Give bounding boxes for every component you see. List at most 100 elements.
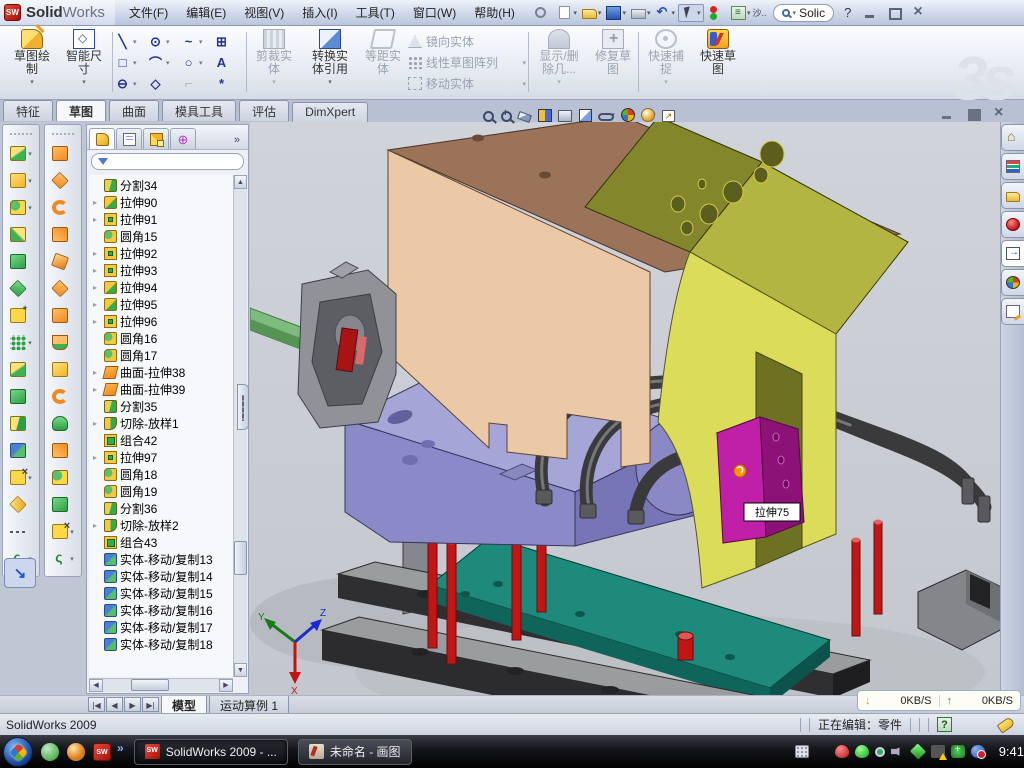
view-tool-button[interactable]: ▾: [598, 109, 615, 121]
trim-entities-button[interactable]: 剪裁实 体 ▾: [250, 29, 298, 95]
chevron-down-icon[interactable]: ▾: [28, 474, 32, 482]
view-tool-button[interactable]: ▾: [483, 109, 495, 122]
tag-icon[interactable]: [997, 716, 1016, 733]
quicklaunch-app-icon[interactable]: [67, 743, 85, 761]
tab-nav-button[interactable]: |◀: [88, 697, 105, 712]
panel-splitter-handle[interactable]: [237, 384, 249, 430]
tree-item[interactable]: ▸ 拉伸94: [89, 279, 233, 296]
toolbar-button[interactable]: ▾: [705, 5, 729, 21]
mirror-entities-button[interactable]: 镜向实体: [408, 31, 526, 52]
scrollbar-thumb[interactable]: [234, 541, 247, 575]
restore-button[interactable]: [887, 6, 903, 20]
view-tool-button[interactable]: ▾: [621, 108, 636, 122]
toolbar-button[interactable]: ▾: [3, 383, 39, 410]
chevron-down-icon[interactable]: ▾: [28, 204, 32, 212]
view-tool-button[interactable]: ▾: [579, 108, 593, 122]
toolbar-button[interactable]: ▾: [45, 383, 81, 410]
ribbon-tab[interactable]: 评估: [239, 100, 289, 121]
panel-tab[interactable]: [116, 128, 142, 149]
sketch-tool-button[interactable]: * ▾: [213, 73, 246, 94]
toolbar-button[interactable]: ▾: [653, 5, 677, 21]
ribbon-tab[interactable]: 特征: [3, 100, 53, 121]
toolbar-button[interactable]: ▾: [45, 194, 81, 221]
chevron-down-icon[interactable]: ▾: [28, 339, 32, 347]
scroll-right-button[interactable]: ▶: [219, 679, 233, 692]
ribbon-tab[interactable]: 模具工具: [162, 100, 236, 121]
tree-item[interactable]: ▸ 圆角16: [89, 330, 233, 347]
ribbon-tab[interactable]: 草图: [56, 100, 106, 121]
toolbar-button[interactable]: ▾: [3, 302, 39, 329]
chevron-down-icon[interactable]: ▾: [328, 78, 332, 86]
task-pane-tab[interactable]: [1001, 269, 1024, 296]
tree-item[interactable]: ▸ 分割34: [89, 177, 233, 194]
toolbar-button[interactable]: ▾: [3, 518, 39, 545]
toolbar-button[interactable]: ▾: [678, 4, 704, 22]
chevron-down-icon[interactable]: ▾: [747, 9, 751, 17]
tree-item[interactable]: ▸ 圆角19: [89, 483, 233, 500]
tray-icon[interactable]: [951, 745, 965, 758]
expand-arrow-icon[interactable]: ▸: [93, 317, 101, 326]
chev</span>ron-down-icon[interactable]: ▾: [199, 59, 203, 67]
task-pane-tab[interactable]: [1001, 182, 1024, 209]
scroll-down-button[interactable]: ▼: [234, 663, 247, 677]
expand-arrow-icon[interactable]: ▸: [93, 368, 101, 377]
status-help-icon[interactable]: ?: [937, 717, 952, 732]
toolbar-button[interactable]: ▾: [604, 5, 628, 21]
sketch-tool-button[interactable]: ~ ▾: [180, 31, 213, 52]
toolbar-button[interactable]: ▾: [3, 410, 39, 437]
task-pane-tab[interactable]: [1001, 211, 1024, 238]
close-button[interactable]: [992, 107, 1008, 121]
ribbon-tab[interactable]: 曲面: [109, 100, 159, 121]
tree-horizontal-scrollbar[interactable]: ◀ ▶: [89, 678, 233, 692]
toolbar-button[interactable]: ▾: [45, 437, 81, 464]
tray-icon[interactable]: [875, 747, 885, 757]
tree-item[interactable]: ▸ 拉伸95: [89, 296, 233, 313]
toolbar-button[interactable]: ▾: [3, 491, 39, 518]
toolbar-button[interactable]: ▾: [580, 5, 604, 20]
chevron-down-icon[interactable]: ▾: [28, 177, 32, 185]
start-button[interactable]: [3, 737, 33, 767]
tree-item[interactable]: ▸ 拉伸97: [89, 449, 233, 466]
ribbon-tab[interactable]: DimXpert: [292, 102, 368, 123]
toolbar-button[interactable]: ▾: [531, 4, 555, 21]
taskbar-clock[interactable]: 9:41: [999, 744, 1024, 759]
panel-tab[interactable]: ⊕: [170, 128, 196, 149]
view-tool-button[interactable]: ▾: [641, 108, 656, 122]
tree-item[interactable]: ▸ 实体-移动/复制16: [89, 602, 233, 619]
toolbar-button[interactable]: ▾: [45, 491, 81, 518]
view-tool-button[interactable]: ▾: [662, 108, 676, 122]
view-tool-button[interactable]: ▾: [518, 109, 532, 121]
tray-icon[interactable]: [855, 745, 869, 758]
tree-item[interactable]: ▸ 曲面-拉伸38: [89, 364, 233, 381]
chevron-down-icon[interactable]: ▾: [82, 78, 86, 86]
tree-item[interactable]: ▸ 分割36: [89, 500, 233, 517]
expand-arrow-icon[interactable]: ▸: [93, 300, 101, 309]
menu-item[interactable]: 编辑(E): [178, 1, 234, 24]
tree-item[interactable]: ▸ 拉伸91: [89, 211, 233, 228]
expand-arrow-icon[interactable]: ▸: [93, 283, 101, 292]
tree-item[interactable]: ▸ 圆角18: [89, 466, 233, 483]
toolbar-button[interactable]: ▾: [45, 464, 81, 491]
scroll-left-button[interactable]: ◀: [89, 679, 103, 692]
quicklaunch-chevron[interactable]: »: [117, 741, 124, 755]
tray-icon[interactable]: [910, 743, 926, 759]
toolbar-button[interactable]: ▾: [729, 5, 753, 21]
offset-entities-button[interactable]: 等距实 体: [360, 29, 406, 95]
chev</span>ron-down-icon[interactable]: ▾: [166, 38, 170, 46]
close-button[interactable]: [911, 6, 927, 20]
search-box[interactable]: ▾ Solic: [773, 4, 835, 22]
tree-item[interactable]: ▸ 组合43: [89, 534, 233, 551]
task-pane-tab[interactable]: [1001, 124, 1024, 151]
sketch-tool-button[interactable]: ○ ▾: [180, 52, 213, 73]
chevron-down-icon[interactable]: ▾: [573, 9, 577, 17]
view-tool-button[interactable]: ▾: [558, 108, 573, 122]
search-input[interactable]: Solic: [799, 6, 825, 20]
tree-item[interactable]: ▸ 拉伸96: [89, 313, 233, 330]
tree-item[interactable]: ▸ 实体-移动/复制13: [89, 551, 233, 568]
help-button[interactable]: ?: [844, 5, 851, 20]
chevron-down-icon[interactable]: ▾: [30, 78, 34, 86]
repair-sketch-button[interactable]: 修复草 图: [590, 29, 636, 95]
toolbar-button[interactable]: ▾: [555, 5, 579, 20]
task-button-paint[interactable]: 未命名 - 画图: [298, 739, 412, 765]
tree-item[interactable]: ▸ 实体-移动/复制17: [89, 619, 233, 636]
